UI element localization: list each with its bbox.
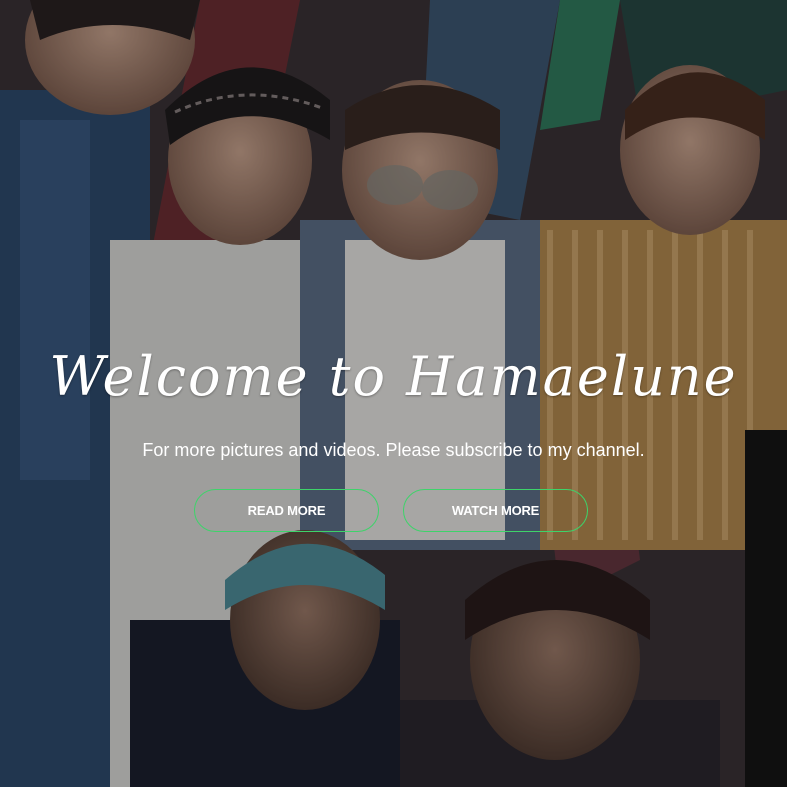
page-title: Welcome to Hamaelune xyxy=(49,345,738,408)
hero-subtitle: For more pictures and videos. Please sub… xyxy=(142,440,645,460)
read-more-button[interactable]: READ MORE xyxy=(194,489,379,532)
watch-more-button[interactable]: WATCH MORE xyxy=(403,489,588,532)
hero-section: Welcome to Hamaelune For more pictures a… xyxy=(0,0,787,787)
hero-content: Welcome to Hamaelune For more pictures a… xyxy=(0,0,787,787)
